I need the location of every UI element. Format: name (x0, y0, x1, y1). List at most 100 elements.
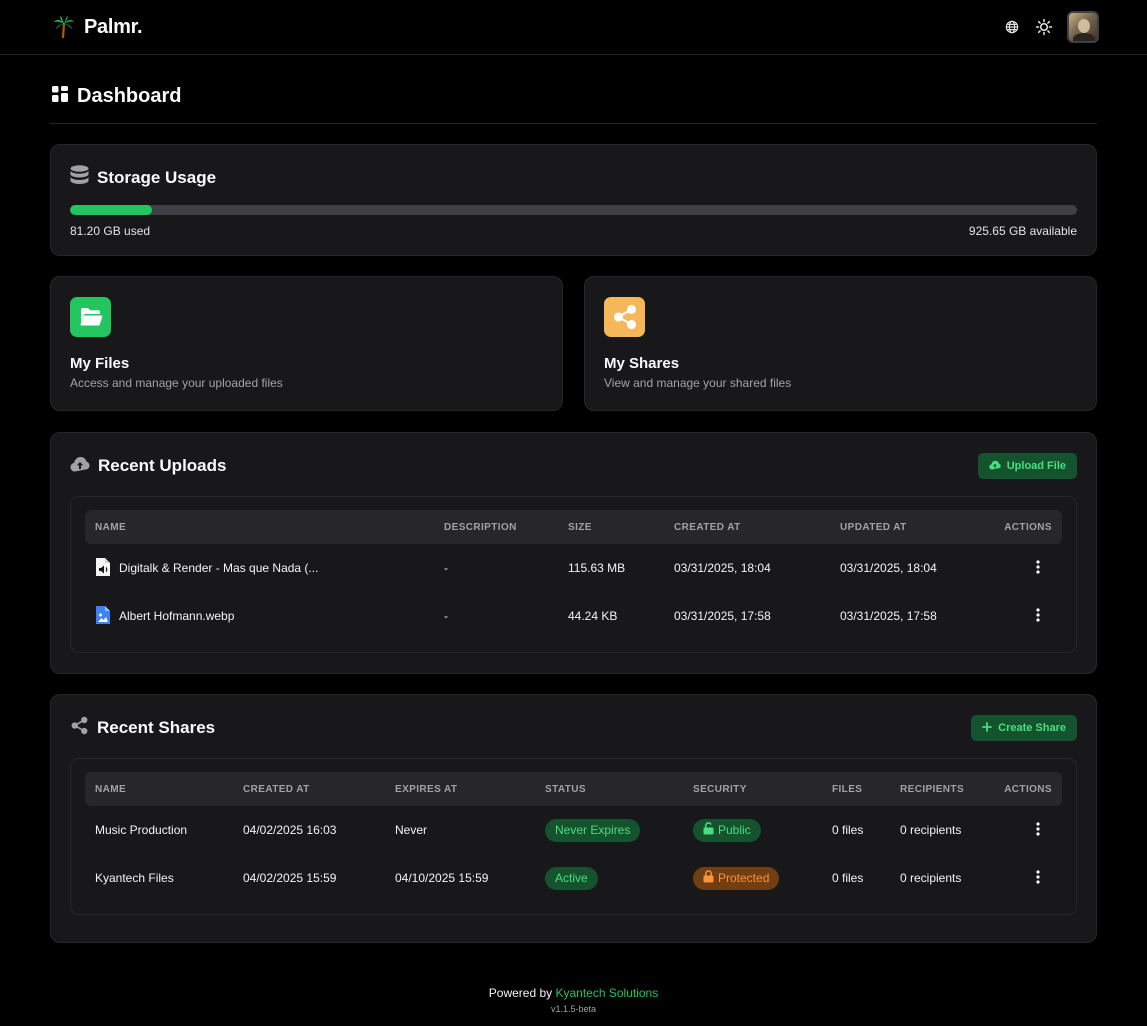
company-link[interactable]: Kyantech Solutions (555, 986, 658, 1000)
unlock-icon (703, 822, 714, 838)
app-name: Palmr. (84, 15, 143, 38)
my-shares-title: My Shares (604, 355, 680, 372)
column-header: CREATED AT (233, 772, 385, 806)
folder-open-icon (70, 297, 111, 337)
cloud-upload-icon (70, 456, 90, 477)
my-files-description: Access and manage your uploaded files (70, 376, 283, 390)
storage-progress-bar (70, 205, 1077, 215)
language-globe-icon[interactable] (1003, 18, 1021, 36)
footer: Powered by Kyantech Solutions v1.1.5-bet… (0, 986, 1147, 1014)
image-file-icon (95, 605, 111, 628)
column-header: SECURITY (683, 772, 822, 806)
column-header: ACTIONS (994, 772, 1062, 806)
share-created-at: 04/02/2025 16:03 (243, 823, 337, 837)
column-header: DESCRIPTION (434, 510, 558, 544)
lock-icon (703, 870, 714, 886)
storage-available-label: 925.65 GB available (968, 224, 1077, 238)
share-name: Kyantech Files (95, 871, 174, 885)
title-divider (50, 123, 1097, 124)
share-icon (70, 716, 89, 740)
database-icon (70, 165, 89, 190)
shares-table-container: NAME CREATED AT EXPIRES AT STATUS SECURI… (70, 758, 1077, 915)
share-recipients-count: 0 recipients (900, 871, 962, 885)
palm-tree-logo-icon (52, 15, 76, 39)
table-row[interactable]: Kyantech Files 04/02/2025 15:59 04/10/20… (85, 854, 1062, 902)
table-row[interactable]: Albert Hofmann.webp - 44.24 KB 03/31/202… (85, 592, 1062, 640)
table-row[interactable]: Digitalk & Render - Mas que Nada (... - … (85, 544, 1062, 592)
create-share-label: Create Share (998, 722, 1066, 734)
my-shares-description: View and manage your shared files (604, 376, 792, 390)
security-label: Protected (718, 871, 770, 885)
share-recipients-count: 0 recipients (900, 823, 962, 837)
column-header: UPDATED AT (830, 510, 950, 544)
page-title: Dashboard (52, 85, 181, 108)
upload-file-label: Upload File (1006, 460, 1066, 472)
powered-by-text: Powered by (488, 986, 553, 1000)
file-description: - (444, 609, 448, 623)
uploads-table: NAME DESCRIPTION SIZE CREATED AT UPDATED… (85, 510, 1062, 640)
recent-shares-title: Recent Shares (97, 718, 216, 737)
table-row[interactable]: Music Production 04/02/2025 16:03 Never … (85, 806, 1062, 854)
file-description: - (444, 561, 448, 575)
security-badge: Protected (693, 866, 780, 890)
my-files-title: My Files (70, 355, 130, 372)
cloud-upload-icon (989, 460, 1001, 473)
column-header: SIZE (558, 510, 664, 544)
dashboard-grid-icon (52, 86, 68, 107)
uploads-table-container: NAME DESCRIPTION SIZE CREATED AT UPDATED… (70, 496, 1077, 653)
column-header: RECIPIENTS (890, 772, 994, 806)
share-created-at: 04/02/2025 15:59 (243, 871, 337, 885)
more-actions-icon[interactable] (1030, 607, 1040, 622)
shares-table: NAME CREATED AT EXPIRES AT STATUS SECURI… (85, 772, 1062, 902)
my-files-card[interactable]: My Files Access and manage your uploaded… (50, 276, 563, 411)
column-header: CREATED AT (664, 510, 830, 544)
column-header: FILES (822, 772, 890, 806)
security-label: Public (718, 823, 751, 837)
file-created-at: 03/31/2025, 18:04 (674, 561, 771, 575)
file-name: Albert Hofmann.webp (119, 609, 235, 623)
my-shares-card[interactable]: My Shares View and manage your shared fi… (584, 276, 1097, 411)
share-expires-at: Never (395, 823, 428, 837)
column-header: EXPIRES AT (385, 772, 535, 806)
recent-shares-card: Recent Shares Create Share NAME CREATED … (50, 694, 1097, 943)
status-badge: Active (545, 866, 598, 890)
page-title-text: Dashboard (77, 85, 182, 107)
recent-uploads-card: Recent Uploads Upload File NAME DESCRIPT… (50, 432, 1097, 674)
brand[interactable]: Palmr. (52, 15, 143, 39)
file-updated-at: 03/31/2025, 18:04 (840, 561, 937, 575)
more-actions-icon[interactable] (1030, 559, 1040, 574)
plus-icon (982, 721, 993, 735)
storage-usage-card: Storage Usage 81.20 GB used 925.65 GB av… (50, 144, 1097, 256)
top-navbar: Palmr. (0, 0, 1147, 55)
shares-table-header: NAME CREATED AT EXPIRES AT STATUS SECURI… (85, 772, 1062, 806)
more-actions-icon[interactable] (1030, 869, 1040, 884)
file-size: 44.24 KB (568, 609, 618, 623)
storage-progress-fill (70, 205, 152, 215)
user-avatar[interactable] (1067, 11, 1099, 43)
storage-usage-title: Storage Usage (97, 167, 217, 187)
uploads-table-header: NAME DESCRIPTION SIZE CREATED AT UPDATED… (85, 510, 1062, 544)
share-files-count: 0 files (832, 871, 864, 885)
column-header: NAME (85, 772, 233, 806)
audio-file-icon (95, 557, 111, 580)
column-header: STATUS (535, 772, 683, 806)
storage-used-label: 81.20 GB used (70, 224, 151, 238)
status-badge: Never Expires (545, 818, 641, 842)
share-expires-at: 04/10/2025 15:59 (395, 871, 489, 885)
file-updated-at: 03/31/2025, 17:58 (840, 609, 937, 623)
column-header: NAME (85, 510, 434, 544)
share-files-count: 0 files (832, 823, 864, 837)
app-version: v1.1.5-beta (550, 1004, 597, 1014)
file-created-at: 03/31/2025, 17:58 (674, 609, 771, 623)
share-icon (604, 297, 645, 337)
recent-uploads-title: Recent Uploads (98, 456, 227, 475)
theme-toggle-sun-icon[interactable] (1035, 18, 1053, 36)
create-share-button[interactable]: Create Share (971, 715, 1077, 741)
column-header: ACTIONS (950, 510, 1062, 544)
upload-file-button[interactable]: Upload File (977, 453, 1077, 479)
file-size: 115.63 MB (568, 561, 626, 575)
security-badge: Public (693, 818, 761, 842)
file-name: Digitalk & Render - Mas que Nada (... (119, 561, 319, 575)
share-name: Music Production (95, 823, 188, 837)
more-actions-icon[interactable] (1030, 821, 1040, 836)
